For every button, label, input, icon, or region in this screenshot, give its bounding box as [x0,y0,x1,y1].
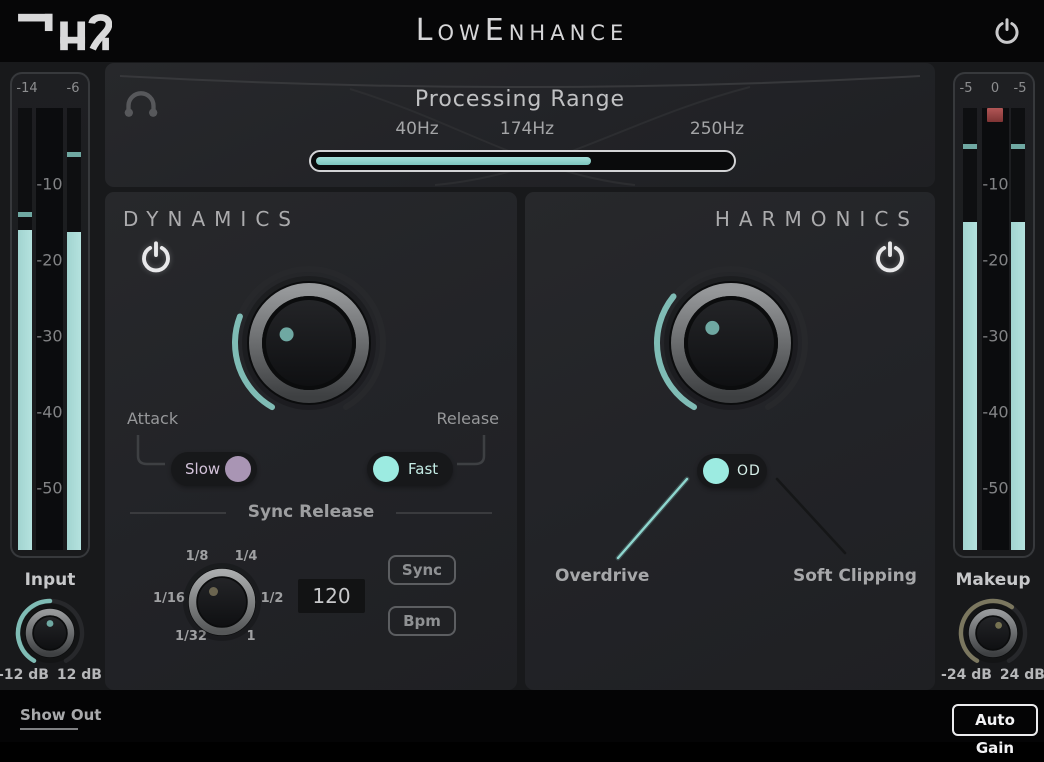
dynamics-title: DYNAMICS [123,207,300,231]
attack-mode-toggle[interactable]: Slow [171,452,257,486]
freq-label-low: 40Hz [367,119,467,139]
soft-clipping-mode-label[interactable]: Soft Clipping [793,566,917,586]
output-top-label-right: -5 [1006,81,1034,96]
master-power-icon[interactable] [992,17,1022,47]
sync-button[interactable]: Sync [388,555,456,585]
meter-peak-tick [18,212,32,217]
dynamics-panel: DYNAMICS Attack Release Slow Fast Sync R… [105,192,517,690]
release-mode-label: Fast [408,460,438,478]
input-gain-min: -12 dB [0,667,49,683]
scale-tick: -50 [36,479,63,498]
processing-range-panel: Processing Range 40Hz 174Hz 250Hz [105,63,935,187]
processing-range-slider[interactable] [309,150,736,172]
dynamics-power-icon[interactable] [138,240,174,276]
bpm-value-display[interactable]: 120 [298,579,365,613]
show-out-toggle[interactable]: Show Out [20,706,101,735]
makeup-gain-label: Makeup [943,570,1043,590]
attack-label: Attack [127,409,178,428]
output-meter-scale: -10 -20 -30 -40 -50 [982,108,1009,550]
harmonics-title: HARMONICS [715,207,919,231]
input-meter-scale: -10 -20 -30 -40 -50 [36,108,63,550]
freq-label-high: 250Hz [667,119,767,139]
overdrive-mode-label[interactable]: Overdrive [555,566,649,586]
attack-mode-indicator [225,456,251,482]
processing-range-title: Processing Range [105,87,935,112]
freq-label-mid: 174Hz [477,119,577,139]
input-peak-value-left: -14 [10,81,44,96]
divider-line [396,512,492,514]
meter-peak-tick [963,144,977,149]
makeup-gain-knob[interactable] [955,595,1031,671]
input-gain-range: -12 dB 12 dB [0,667,110,683]
scale-tick: -40 [36,403,63,422]
harmonics-panel: HARMONICS OD Overdrive Soft Clipping [525,192,935,690]
auto-gain-button[interactable]: Auto Gain [952,704,1038,736]
harmonics-power-icon[interactable] [872,240,908,276]
input-meter: -14 -6 -10 -20 -30 -40 -50 [10,72,90,558]
release-label: Release [436,409,499,428]
bottom-bar [0,690,1044,742]
output-meter-bar-left [963,108,977,550]
input-gain-knob[interactable] [12,595,88,671]
scale-tick: -30 [36,327,63,346]
output-meter: -5 0 -5 -10 -20 -30 -40 -50 [953,72,1035,558]
sync-division-knob[interactable] [182,562,262,642]
scale-tick: -20 [982,251,1009,270]
release-mode-indicator [373,456,399,482]
input-peak-value-right: -6 [56,81,90,96]
scale-tick: -50 [982,479,1009,498]
clip-indicator[interactable] [987,108,1003,122]
release-mode-toggle[interactable]: Fast [367,452,453,486]
processing-range-slider-fill [316,157,591,165]
overdrive-toggle[interactable]: OD [697,454,767,488]
meter-fill [18,230,32,550]
plugin-title: LowEnhance [0,0,1044,62]
input-gain-max: 12 dB [57,667,102,683]
scale-tick: -40 [982,403,1009,422]
output-top-label-mid: 0 [981,81,1009,96]
dynamics-amount-knob[interactable] [224,258,394,428]
meter-peak-tick [1011,144,1025,149]
scale-tick: -30 [982,327,1009,346]
input-meter-bar-right [67,108,81,550]
output-top-label-left: -5 [952,81,980,96]
overdrive-indicator [703,458,729,484]
makeup-gain-range: -24 dB 24 dB [933,667,1044,683]
bpm-button[interactable]: Bpm [388,606,456,636]
input-gain-label: Input [0,570,100,590]
output-meter-bar-right [1011,108,1025,550]
overdrive-toggle-label: OD [737,463,761,479]
scale-tick: -10 [982,175,1009,194]
divider-line [130,512,226,514]
meter-peak-tick [67,152,81,157]
meter-fill [1011,222,1025,550]
input-meter-bar-left [18,108,32,550]
scale-tick: -20 [36,251,63,270]
meter-fill [963,222,977,550]
makeup-gain-max: 24 dB [1000,667,1044,683]
attack-mode-label: Slow [185,460,220,478]
meter-fill [67,232,81,550]
top-bar: LowEnhance [0,0,1044,62]
harmonics-amount-knob[interactable] [646,258,816,428]
makeup-gain-min: -24 dB [941,667,992,683]
scale-tick: -10 [36,175,63,194]
